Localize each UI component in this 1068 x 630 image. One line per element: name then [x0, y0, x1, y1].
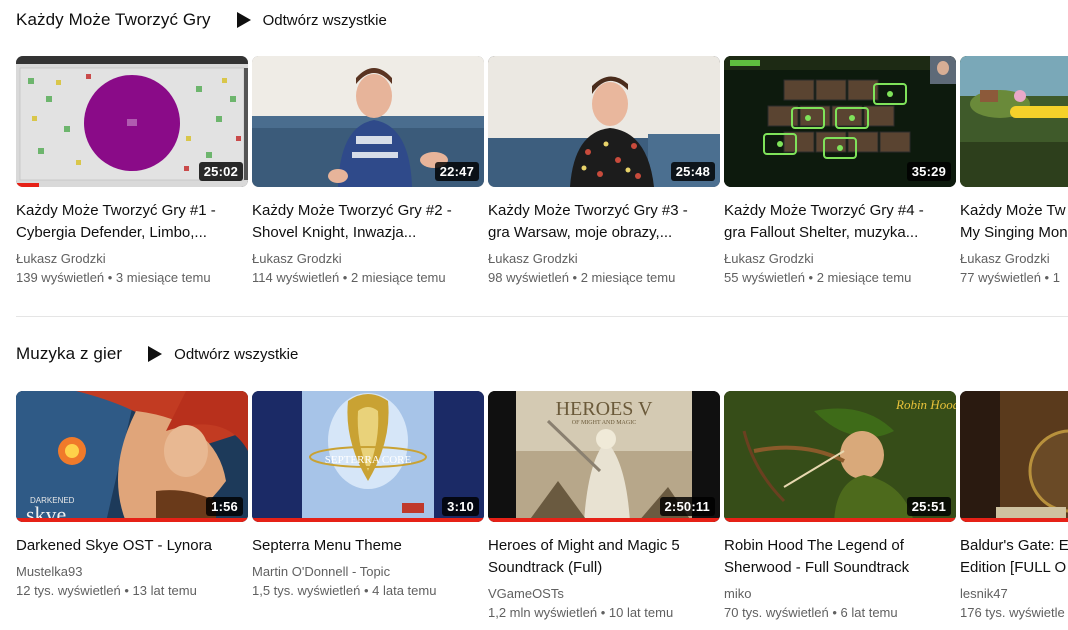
channel-name[interactable]: Mustelka93: [16, 563, 248, 581]
video-metadata: 1,2 mln wyświetleń • 10 lat temu: [488, 605, 674, 620]
svg-text:SEPTERRA CORE: SEPTERRA CORE: [325, 454, 412, 466]
video-card[interactable]: HEROES V OF MIGHT AND MAGIC 2:50:11 Hero…: [488, 391, 720, 623]
video-title[interactable]: Każdy Może Tworzyć Gry #3 - gra Warsaw, …: [488, 200, 720, 244]
video-metadata: 139 wyświetleń • 3 miesiące temu: [16, 270, 211, 285]
shelf-divider: [16, 316, 1068, 317]
watched-progress-bar: [16, 518, 248, 522]
video-row: 25:02 Każdy Może Tworzyć Gry #1 - Cyberg…: [16, 56, 1068, 316]
channel-name[interactable]: Łukasz Grodzki: [252, 250, 484, 268]
video-card[interactable]: DARKENED skye 1:56 Darkened Skye OST - L…: [16, 391, 248, 601]
video-thumbnail[interactable]: [960, 391, 1068, 522]
channel-name[interactable]: Łukasz Grodzki: [16, 250, 248, 268]
svg-text:OF MIGHT AND MAGIC: OF MIGHT AND MAGIC: [572, 420, 636, 426]
channel-name[interactable]: Łukasz Grodzki: [488, 250, 720, 268]
play-all-label: Odtwórz wszystkie: [262, 11, 387, 29]
channel-name[interactable]: Łukasz Grodzki: [724, 250, 956, 268]
video-thumbnail[interactable]: HEROES V OF MIGHT AND MAGIC 2:50:11: [488, 391, 720, 522]
video-title[interactable]: Każdy Może Tw My Singing Mon: [960, 200, 1068, 244]
watched-progress-bar: [960, 518, 1068, 522]
play-icon: [236, 12, 251, 28]
watched-progress-bar: [16, 183, 40, 187]
play-all-button[interactable]: Odtwórz wszystkie: [236, 11, 387, 29]
video-title[interactable]: Robin Hood The Legend of Sherwood - Full…: [724, 535, 956, 579]
video-duration: 25:48: [670, 162, 715, 181]
video-metadata: 70 tys. wyświetleń • 6 lat temu: [724, 605, 898, 620]
watched-progress-bar: [724, 518, 956, 522]
shelf-header: Każdy Może Tworzyć Gry Odtwórz wszystkie: [16, 8, 387, 32]
watched-progress-bar: [252, 518, 484, 522]
video-metadata: 1,5 tys. wyświetleń • 4 lata temu: [252, 583, 437, 598]
video-row: DARKENED skye 1:56 Darkened Skye OST - L…: [16, 391, 1068, 630]
svg-text:HEROES V: HEROES V: [556, 398, 653, 420]
video-card[interactable]: SEPTERRA CORE 3:10 Septerra Menu Theme M…: [252, 391, 484, 601]
video-duration: 25:51: [906, 497, 951, 516]
video-thumbnail[interactable]: Robin Hood 25:51: [724, 391, 956, 522]
watched-progress-bar: [488, 518, 720, 522]
channel-name[interactable]: lesnik47: [960, 585, 1068, 603]
video-title[interactable]: Każdy Może Tworzyć Gry #1 - Cybergia Def…: [16, 200, 248, 244]
play-icon: [148, 346, 163, 362]
video-title[interactable]: Darkened Skye OST - Lynora: [16, 535, 248, 557]
video-title[interactable]: Heroes of Might and Magic 5 Soundtrack (…: [488, 535, 720, 579]
video-thumbnail[interactable]: 35:29: [724, 56, 956, 187]
channel-name[interactable]: miko: [724, 585, 956, 603]
video-metadata: 176 tys. wyświetle: [960, 605, 1065, 620]
video-duration: 2:50:11: [659, 497, 715, 516]
video-card[interactable]: Każdy Może Tw My Singing Mon Łukasz Grod…: [960, 56, 1068, 288]
video-card[interactable]: Robin Hood 25:51 Robin Hood The Legend o…: [724, 391, 956, 623]
play-all-label: Odtwórz wszystkie: [174, 345, 299, 363]
video-title[interactable]: Septerra Menu Theme: [252, 535, 484, 557]
video-duration: 25:02: [198, 162, 243, 181]
video-metadata: 77 wyświetleń • 1: [960, 270, 1060, 285]
video-title[interactable]: Każdy Może Tworzyć Gry #4 - gra Fallout …: [724, 200, 956, 244]
video-thumbnail[interactable]: DARKENED skye 1:56: [16, 391, 248, 522]
video-duration: 35:29: [906, 162, 951, 181]
video-duration: 22:47: [434, 162, 479, 181]
video-metadata: 55 wyświetleń • 2 miesiące temu: [724, 270, 912, 285]
video-metadata: 12 tys. wyświetleń • 13 lat temu: [16, 583, 197, 598]
video-card[interactable]: 25:48 Każdy Może Tworzyć Gry #3 - gra Wa…: [488, 56, 720, 288]
video-thumbnail[interactable]: 25:02: [16, 56, 248, 187]
video-thumbnail[interactable]: [960, 56, 1068, 187]
video-duration: 3:10: [442, 497, 479, 516]
channel-name[interactable]: VGameOSTs: [488, 585, 720, 603]
channel-name[interactable]: Łukasz Grodzki: [960, 250, 1068, 268]
channel-name[interactable]: Martin O'Donnell - Topic: [252, 563, 484, 581]
video-card[interactable]: 35:29 Każdy Może Tworzyć Gry #4 - gra Fa…: [724, 56, 956, 288]
thumbnail-image: [960, 56, 1068, 187]
shelf-title[interactable]: Muzyka z gier: [16, 344, 122, 364]
video-thumbnail[interactable]: 22:47: [252, 56, 484, 187]
video-card[interactable]: 22:47 Każdy Może Tworzyć Gry #2 - Shovel…: [252, 56, 484, 288]
video-duration: 1:56: [206, 497, 243, 516]
video-card[interactable]: 25:02 Każdy Może Tworzyć Gry #1 - Cyberg…: [16, 56, 248, 288]
play-all-button[interactable]: Odtwórz wszystkie: [148, 346, 298, 363]
thumbnail-image: [960, 391, 1068, 522]
video-card[interactable]: Baldur's Gate: E Edition [FULL O lesnik4…: [960, 391, 1068, 623]
svg-text:Robin Hood: Robin Hood: [895, 397, 956, 412]
video-metadata: 98 wyświetleń • 2 miesiące temu: [488, 270, 676, 285]
video-title[interactable]: Baldur's Gate: E Edition [FULL O: [960, 535, 1068, 579]
video-thumbnail[interactable]: 25:48: [488, 56, 720, 187]
video-thumbnail[interactable]: SEPTERRA CORE 3:10: [252, 391, 484, 522]
video-title[interactable]: Każdy Może Tworzyć Gry #2 - Shovel Knigh…: [252, 200, 484, 244]
video-metadata: 114 wyświetleń • 2 miesiące temu: [252, 270, 446, 285]
shelf-title[interactable]: Każdy Może Tworzyć Gry: [16, 10, 211, 30]
shelf-header: Muzyka z gier Odtwórz wszystkie: [16, 342, 298, 366]
